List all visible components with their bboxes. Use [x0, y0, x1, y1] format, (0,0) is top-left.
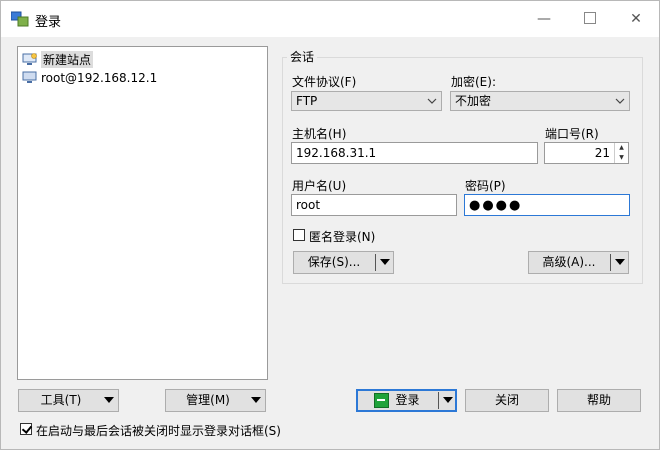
login-button[interactable]: 登录: [356, 389, 457, 412]
username-input[interactable]: root: [291, 194, 457, 216]
show-dialog-checkbox[interactable]: [20, 423, 32, 435]
login-icon: [374, 393, 390, 408]
session-group-title: 会话: [287, 48, 318, 65]
protocol-label: 文件协议(F): [292, 75, 357, 89]
split-separator: [375, 254, 376, 271]
maximize-icon: [584, 12, 596, 24]
show-dialog-label[interactable]: 在启动与最后会话被关闭时显示登录对话框(S): [36, 422, 281, 439]
split-separator: [610, 254, 611, 271]
host-input[interactable]: 192.168.31.1: [291, 142, 538, 164]
tools-button[interactable]: 工具(T): [18, 389, 119, 412]
split-separator: [438, 392, 439, 409]
tools-button-label: 工具(T): [40, 393, 82, 407]
user-label: 用户名(U): [292, 179, 347, 193]
login-button-label: 登录: [395, 393, 420, 407]
password-input[interactable]: ●●●●: [464, 194, 630, 216]
encryption-value: 不加密: [455, 94, 492, 108]
anonymous-label[interactable]: 匿名登录(N): [309, 228, 375, 245]
protocol-value: FTP: [296, 94, 318, 108]
login-dialog: 登录 — ✕ 新建站点 root@192.168.12.1 会话 文件协议(F)…: [0, 0, 660, 450]
port-stepper[interactable]: ▲ ▼: [614, 143, 628, 163]
dropdown-arrow-icon[interactable]: [615, 259, 625, 265]
username-value: root: [296, 198, 321, 212]
chevron-down-icon: [427, 98, 437, 104]
title-bar: 登录 — ✕: [1, 1, 659, 37]
tree-item-label: 新建站点: [41, 51, 94, 68]
chevron-down-icon: [615, 98, 625, 104]
password-masked: ●●●●: [469, 198, 523, 213]
advanced-button[interactable]: 高级(A)...: [528, 251, 629, 274]
dropdown-arrow-icon[interactable]: [443, 397, 453, 403]
computer-icon: [22, 71, 37, 83]
window-title: 登录: [35, 15, 62, 30]
port-value: 21: [594, 146, 610, 160]
spin-up-icon[interactable]: ▲: [615, 143, 628, 153]
save-button[interactable]: 保存(S)...: [293, 251, 394, 274]
minimize-button[interactable]: —: [521, 1, 567, 37]
manage-button[interactable]: 管理(M): [165, 389, 266, 412]
anonymous-checkbox[interactable]: [293, 229, 305, 241]
tree-item-label: root@192.168.12.1: [41, 70, 158, 85]
password-label: 密码(P): [465, 179, 506, 193]
dropdown-arrow-icon[interactable]: [251, 397, 261, 403]
manage-button-label: 管理(M): [186, 393, 230, 407]
tree-item-saved-site[interactable]: root@192.168.12.1: [22, 69, 157, 86]
save-button-label: 保存(S)...: [307, 255, 361, 269]
new-site-icon: [22, 53, 37, 65]
close-button[interactable]: 关闭: [465, 389, 549, 412]
dropdown-arrow-icon[interactable]: [380, 259, 390, 265]
protocol-select[interactable]: FTP: [291, 91, 442, 111]
dropdown-arrow-icon[interactable]: [104, 397, 114, 403]
port-label: 端口号(R): [545, 127, 599, 141]
maximize-button[interactable]: [567, 1, 613, 37]
tree-item-new-site[interactable]: 新建站点: [22, 51, 94, 68]
help-button[interactable]: 帮助: [557, 389, 641, 412]
close-icon: ✕: [630, 11, 642, 27]
encryption-label: 加密(E):: [451, 75, 496, 89]
spin-down-icon[interactable]: ▼: [615, 153, 628, 163]
site-tree[interactable]: 新建站点 root@192.168.12.1: [17, 46, 268, 380]
login-button-main: 登录: [357, 390, 437, 411]
minimize-icon: —: [537, 11, 551, 27]
encryption-select[interactable]: 不加密: [450, 91, 630, 111]
host-label: 主机名(H): [292, 127, 347, 141]
close-window-button[interactable]: ✕: [613, 1, 659, 37]
port-input[interactable]: 21 ▲ ▼: [544, 142, 629, 164]
advanced-button-label: 高级(A)...: [542, 255, 596, 269]
host-value: 192.168.31.1: [296, 146, 377, 160]
help-button-label: 帮助: [586, 393, 611, 407]
close-button-label: 关闭: [494, 393, 519, 407]
app-icon: [11, 11, 29, 27]
